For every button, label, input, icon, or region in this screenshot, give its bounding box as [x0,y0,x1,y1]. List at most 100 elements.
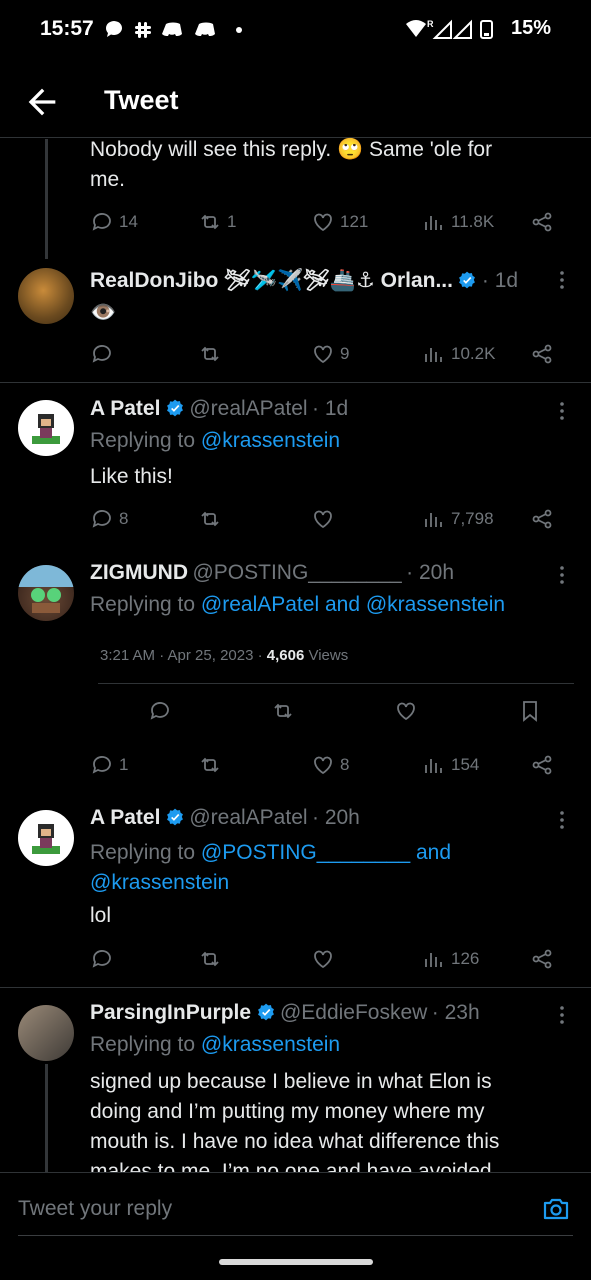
user-handle[interactable]: @POSTING________ [192,561,401,584]
notification-icons [104,18,254,48]
more-options-icon[interactable] [559,270,565,290]
reply-icon [92,510,111,528]
home-indicator[interactable] [219,1259,373,1265]
views-icon [425,759,442,773]
views-button[interactable]: 10.2K [422,340,495,368]
share-icon [532,509,552,529]
avatar[interactable] [18,1005,74,1061]
user-name[interactable]: A Patel [90,397,160,420]
retweet-button[interactable] [198,340,227,368]
like-button[interactable]: 9 [311,340,349,368]
back-button[interactable] [22,82,62,122]
like-button[interactable] [311,945,335,973]
reply-bar: Tweet your reply [0,1172,591,1242]
view-count: 7,798 [451,509,494,528]
heart-icon [397,702,415,721]
back-arrow-icon [28,88,56,116]
retweet-icon [201,214,219,230]
share-button[interactable] [530,505,554,533]
more-options-icon[interactable] [559,401,565,421]
views-button[interactable]: 7,798 [422,505,494,533]
retweet-button[interactable] [271,697,295,725]
verified-badge-icon [166,808,183,826]
views-label: Views [304,647,349,664]
mention-link[interactable]: @krassenstein [201,429,340,452]
heart-icon [314,756,332,775]
camera-icon[interactable] [541,1195,571,1223]
retweet-button[interactable] [198,505,222,533]
avatar[interactable] [18,565,74,621]
view-count: 126 [451,949,480,968]
more-options-icon[interactable] [559,810,565,830]
page-title: Tweet [104,85,179,115]
avatar-art [32,824,60,854]
view-count: 154 [451,755,480,774]
divider [0,382,591,383]
share-icon [532,344,552,364]
tweet-timestamp: 3:21 AM · Apr 25, 2023 · 4,606 Views [100,647,348,664]
reply-icon [92,213,111,231]
tweet-actions: 8 7,798 [90,505,570,535]
tweet-text: Nobody will see this reply. 🙄 Same 'ole … [90,135,570,195]
reply-button[interactable] [148,697,172,725]
like-button[interactable] [311,505,335,533]
more-options-icon[interactable] [559,1005,565,1025]
status-bar: 15:57 R 15% [0,0,591,60]
share-button[interactable] [530,340,554,368]
tweet-header: A Patel @realAPatel · 1d [90,397,348,421]
tweet-actions: 1 8 154 [90,751,570,781]
discord-icon [162,22,182,36]
like-button[interactable]: 121 [311,208,368,236]
view-count-bold[interactable]: 4,606 [267,647,305,664]
replying-and: and [319,593,366,616]
retweet-button[interactable] [198,945,222,973]
user-name[interactable]: RealDonJibo 🛩🛩️✈️🛩🚢⚓ Orlan... [90,269,453,292]
tweet-header: ParsingInPurple @EddieFoskew · 23h [90,1001,480,1025]
share-button[interactable] [530,945,554,973]
like-button[interactable] [394,697,418,725]
roaming-label: R [427,19,434,29]
avatar[interactable] [18,400,74,456]
reply-input-underline [18,1235,573,1236]
user-name[interactable]: ZIGMUND [90,561,188,584]
user-name[interactable]: ParsingInPurple [90,1001,251,1024]
bookmark-icon [523,701,537,722]
mention-link[interactable]: @krassenstein [201,1033,340,1056]
reply-input[interactable]: Tweet your reply [18,1197,172,1221]
status-time: 15:57 [40,17,94,40]
mention-link[interactable]: @krassenstein [366,593,505,616]
mention-link[interactable]: @POSTING________ [201,841,410,864]
views-button[interactable]: 11.8K [422,208,494,236]
heart-icon [314,345,332,364]
reply-button[interactable] [90,945,114,973]
expanded-actions [98,697,574,727]
user-handle[interactable]: @realAPatel [189,397,307,420]
like-button[interactable]: 8 [311,751,349,779]
retweet-button[interactable]: 1 [198,208,236,236]
reply-button[interactable]: 8 [90,505,128,533]
more-options-icon[interactable] [559,565,565,585]
share-button[interactable] [530,751,554,779]
mention-link[interactable]: @realAPatel [201,593,319,616]
views-button[interactable]: 154 [422,751,479,779]
view-count: 11.8K [451,212,495,231]
views-button[interactable]: 126 [422,945,479,973]
like-count: 8 [340,755,350,774]
chat-bubble-icon [105,21,122,37]
share-button[interactable] [530,208,554,236]
user-handle[interactable]: @EddieFoskew [280,1001,427,1024]
replying-to: Replying to @krassenstein [90,429,340,453]
reply-button[interactable]: 14 [90,208,138,236]
reply-button[interactable] [90,340,119,368]
verified-badge-icon [459,271,476,289]
user-name[interactable]: A Patel [90,806,160,829]
view-count: 10.2K [451,344,496,363]
mention-link[interactable]: @krassenstein [90,871,229,894]
reply-button[interactable]: 1 [90,751,128,779]
avatar-art [18,565,74,613]
bookmark-button[interactable] [518,697,542,725]
user-handle[interactable]: @realAPatel [189,806,307,829]
avatar[interactable] [18,810,74,866]
avatar[interactable] [18,268,74,324]
retweet-button[interactable] [198,751,222,779]
